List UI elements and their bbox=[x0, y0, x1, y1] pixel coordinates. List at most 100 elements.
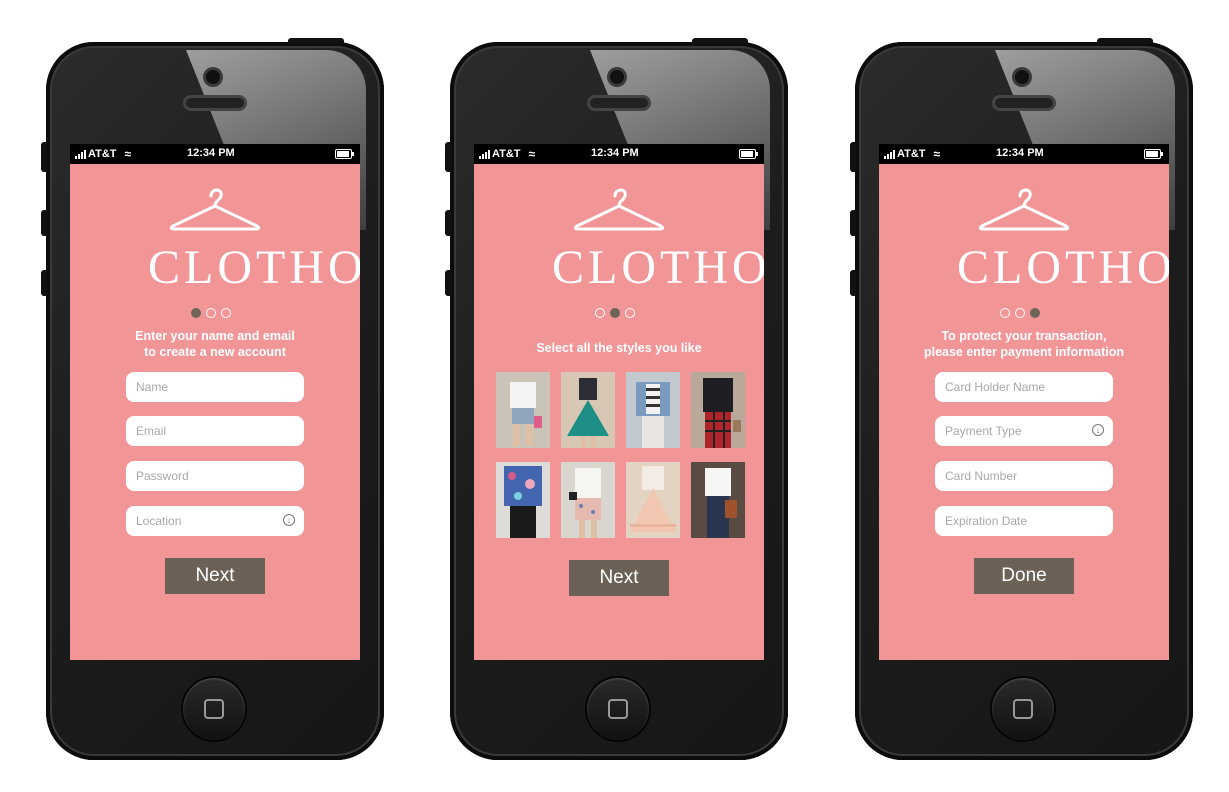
speaker-grille bbox=[186, 98, 244, 108]
step-indicator bbox=[191, 308, 231, 318]
signal-icon bbox=[75, 149, 86, 159]
name-field[interactable]: Name bbox=[126, 372, 304, 402]
style-option-1[interactable] bbox=[496, 372, 550, 448]
expiration-date-field[interactable]: Expiration Date bbox=[935, 506, 1113, 536]
signup-screen: AT&T ≈ 12:34 PM CLOTHO Enter your name a… bbox=[70, 144, 360, 660]
wifi-icon: ≈ bbox=[933, 147, 941, 161]
home-button bbox=[992, 678, 1054, 740]
volume-up-button bbox=[41, 210, 47, 236]
payment-type-placeholder: Payment Type bbox=[945, 424, 1022, 438]
step-dot-2 bbox=[206, 308, 216, 318]
done-button[interactable]: Done bbox=[974, 558, 1074, 594]
instruction-line-1: Select all the styles you like bbox=[536, 341, 702, 355]
password-field-placeholder: Password bbox=[136, 469, 189, 483]
status-time: 12:34 PM bbox=[187, 147, 235, 159]
carrier-label: AT&T bbox=[897, 148, 926, 160]
signal-icon bbox=[479, 149, 490, 159]
status-bar: AT&T ≈ 12:34 PM bbox=[474, 144, 764, 164]
password-field[interactable]: Password bbox=[126, 461, 304, 491]
mute-switch bbox=[41, 142, 47, 172]
step-dot-3 bbox=[625, 308, 635, 318]
wifi-icon: ≈ bbox=[528, 147, 536, 161]
wifi-icon: ≈ bbox=[124, 147, 132, 161]
step-dot-3 bbox=[1030, 308, 1040, 318]
speaker-grille bbox=[590, 98, 648, 108]
style-option-2[interactable] bbox=[561, 372, 615, 448]
style-option-4[interactable] bbox=[691, 372, 745, 448]
style-option-7[interactable] bbox=[626, 462, 680, 538]
brand-logo-text: CLOTHO bbox=[148, 241, 360, 294]
volume-down-button bbox=[850, 270, 856, 296]
card-holder-name-field[interactable]: Card Holder Name bbox=[935, 372, 1113, 402]
name-field-placeholder: Name bbox=[136, 380, 169, 394]
step-dot-2 bbox=[1015, 308, 1025, 318]
speaker-grille bbox=[995, 98, 1053, 108]
outfit-striped-top-denim-jacket-icon bbox=[626, 372, 680, 448]
payment-screen: AT&T ≈ 12:34 PM CLOTHO To protect your t… bbox=[879, 144, 1169, 660]
card-holder-name-placeholder: Card Holder Name bbox=[945, 380, 1046, 394]
power-button bbox=[288, 38, 344, 44]
status-time: 12:34 PM bbox=[996, 147, 1044, 159]
step-dot-1 bbox=[595, 308, 605, 318]
next-button[interactable]: Next bbox=[569, 560, 669, 596]
hanger-logo-icon bbox=[169, 188, 261, 231]
status-bar: AT&T ≈ 12:34 PM bbox=[70, 144, 360, 164]
outfit-white-top-print-skirt-icon bbox=[561, 462, 615, 538]
instruction-line-2: please enter payment information bbox=[923, 345, 1125, 359]
phone-1: AT&T ≈ 12:34 PM CLOTHO Enter your name a… bbox=[41, 38, 384, 760]
volume-down-button bbox=[41, 270, 47, 296]
volume-down-button bbox=[445, 270, 451, 296]
card-number-field[interactable]: Card Number bbox=[935, 461, 1113, 491]
chevron-down-circle-icon: ↓ bbox=[1092, 424, 1104, 436]
camera-icon bbox=[610, 70, 624, 84]
instruction-text: Select all the styles you like bbox=[474, 340, 764, 356]
styles-screen: AT&T ≈ 12:34 PM CLOTHO Select all the st… bbox=[474, 144, 764, 660]
instruction-text: Enter your name and email to create a ne… bbox=[70, 328, 360, 360]
hanger-logo-icon bbox=[978, 188, 1070, 231]
status-time: 12:34 PM bbox=[591, 147, 639, 159]
payment-type-dropdown[interactable]: Payment Type ↓ bbox=[935, 416, 1113, 446]
step-dot-1 bbox=[1000, 308, 1010, 318]
outfit-white-tee-denim-shorts-icon bbox=[496, 372, 550, 448]
email-field[interactable]: Email bbox=[126, 416, 304, 446]
battery-icon bbox=[739, 149, 758, 159]
phone-2: AT&T ≈ 12:34 PM CLOTHO Select all the st… bbox=[445, 38, 788, 760]
volume-up-button bbox=[445, 210, 451, 236]
step-indicator bbox=[595, 308, 635, 318]
power-button bbox=[1097, 38, 1153, 44]
style-option-8[interactable] bbox=[691, 462, 745, 538]
style-option-3[interactable] bbox=[626, 372, 680, 448]
instruction-line-2: to create a new account bbox=[144, 345, 286, 359]
outfit-black-top-plaid-pants-icon bbox=[691, 372, 745, 448]
style-option-6[interactable] bbox=[561, 462, 615, 538]
volume-up-button bbox=[850, 210, 856, 236]
step-indicator bbox=[1000, 308, 1040, 318]
outfit-floral-jacket-icon bbox=[496, 462, 550, 538]
instruction-line-1: To protect your transaction, bbox=[941, 329, 1107, 343]
outfit-teal-skirt-icon bbox=[561, 372, 615, 448]
status-bar: AT&T ≈ 12:34 PM bbox=[879, 144, 1169, 164]
step-dot-3 bbox=[221, 308, 231, 318]
instruction-text: To protect your transaction, please ente… bbox=[879, 328, 1169, 360]
phone-3: AT&T ≈ 12:34 PM CLOTHO To protect your t… bbox=[850, 38, 1193, 760]
mute-switch bbox=[850, 142, 856, 172]
expiration-date-placeholder: Expiration Date bbox=[945, 514, 1028, 528]
location-dropdown[interactable]: Location ↓ bbox=[126, 506, 304, 536]
style-option-5[interactable] bbox=[496, 462, 550, 538]
hanger-logo-icon bbox=[573, 188, 665, 231]
brand-logo-text: CLOTHO bbox=[957, 241, 1169, 294]
battery-icon bbox=[335, 149, 354, 159]
home-button bbox=[183, 678, 245, 740]
chevron-down-circle-icon: ↓ bbox=[283, 514, 295, 526]
next-button[interactable]: Next bbox=[165, 558, 265, 594]
location-dropdown-placeholder: Location bbox=[136, 514, 182, 528]
step-dot-2 bbox=[610, 308, 620, 318]
mute-switch bbox=[445, 142, 451, 172]
outfit-peach-skirt-icon bbox=[626, 462, 680, 538]
instruction-line-1: Enter your name and email bbox=[135, 329, 295, 343]
carrier-label: AT&T bbox=[88, 148, 117, 160]
battery-icon bbox=[1144, 149, 1163, 159]
signal-icon bbox=[884, 149, 895, 159]
step-dot-1 bbox=[191, 308, 201, 318]
camera-icon bbox=[1015, 70, 1029, 84]
